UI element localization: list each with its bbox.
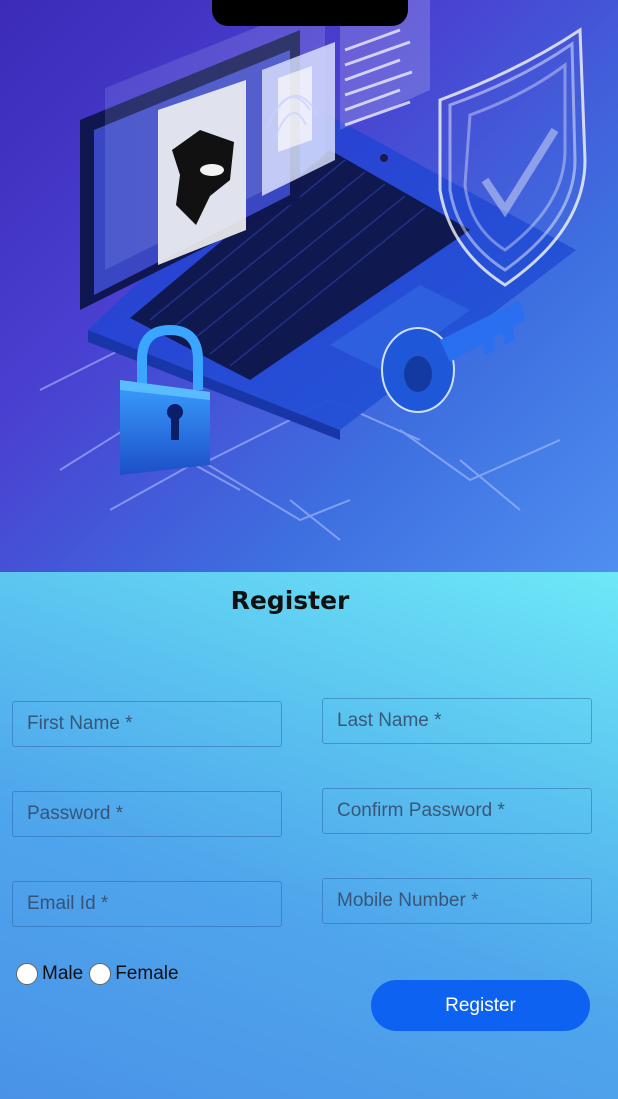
female-label: Female [115,963,179,984]
hero-illustration [0,0,618,572]
last-name-input[interactable] [322,698,592,744]
register-form: Register Male Female Register [0,572,618,1099]
email-input[interactable] [12,881,282,927]
gender-option-male[interactable]: Male [16,963,83,985]
first-name-input[interactable] [12,701,282,747]
female-radio[interactable] [89,963,112,985]
mobile-number-input[interactable] [322,878,592,924]
confirm-password-input[interactable] [322,788,592,834]
gender-radio-group: Male Female [16,960,185,988]
form-title: Register [230,586,350,615]
male-radio[interactable] [16,963,38,985]
cyber-security-illustration [39,0,587,541]
gender-option-female[interactable]: Female [89,963,179,985]
register-button[interactable]: Register [371,980,590,1031]
male-label: Male [42,963,84,984]
password-input[interactable] [12,791,282,837]
redaction-bar [212,0,408,26]
